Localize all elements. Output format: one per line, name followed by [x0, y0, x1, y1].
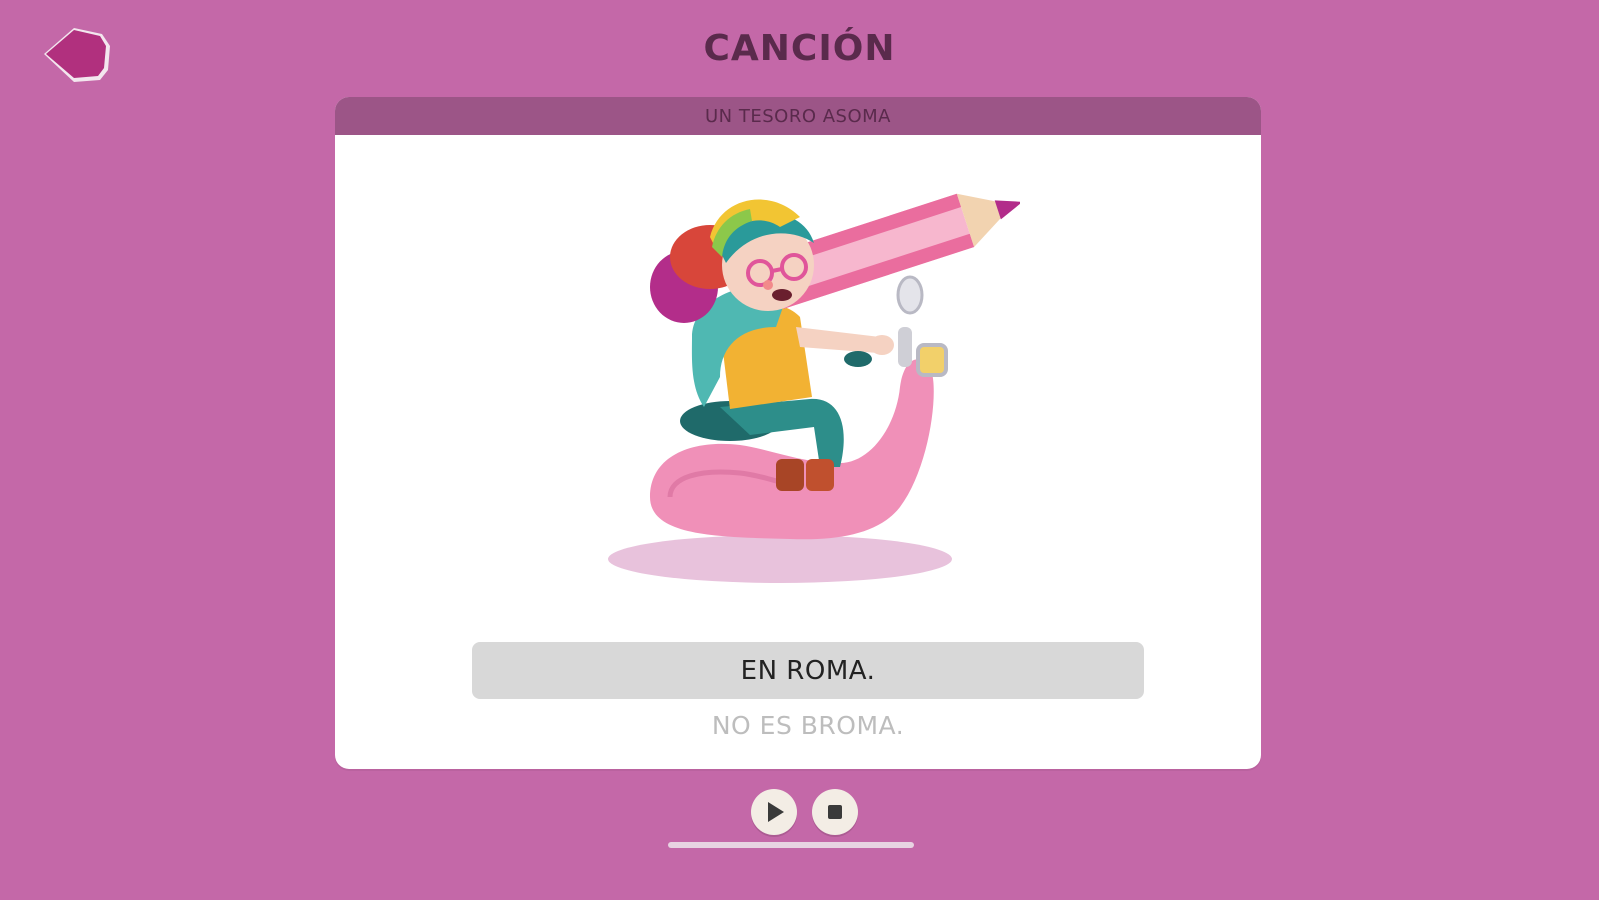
lyric-next-line: NO ES BROMA.	[711, 711, 905, 740]
stop-icon	[828, 805, 842, 819]
play-button[interactable]	[751, 789, 797, 835]
progress-bar[interactable]	[668, 842, 914, 848]
lyric-current-line: EN ROMA.	[472, 642, 1144, 699]
page-title: CANCIÓN	[703, 28, 896, 69]
stop-button[interactable]	[812, 789, 858, 835]
song-title: UN TESORO ASOMA	[335, 97, 1261, 135]
player-controls	[0, 789, 1599, 839]
song-screen: CANCIÓN UN TESORO ASOMA EN ROMA. NO ES B…	[0, 0, 1599, 900]
illustration-image	[608, 193, 1020, 583]
play-icon	[768, 802, 784, 822]
song-card: UN TESORO ASOMA EN ROMA. NO ES BROMA.	[335, 97, 1261, 769]
